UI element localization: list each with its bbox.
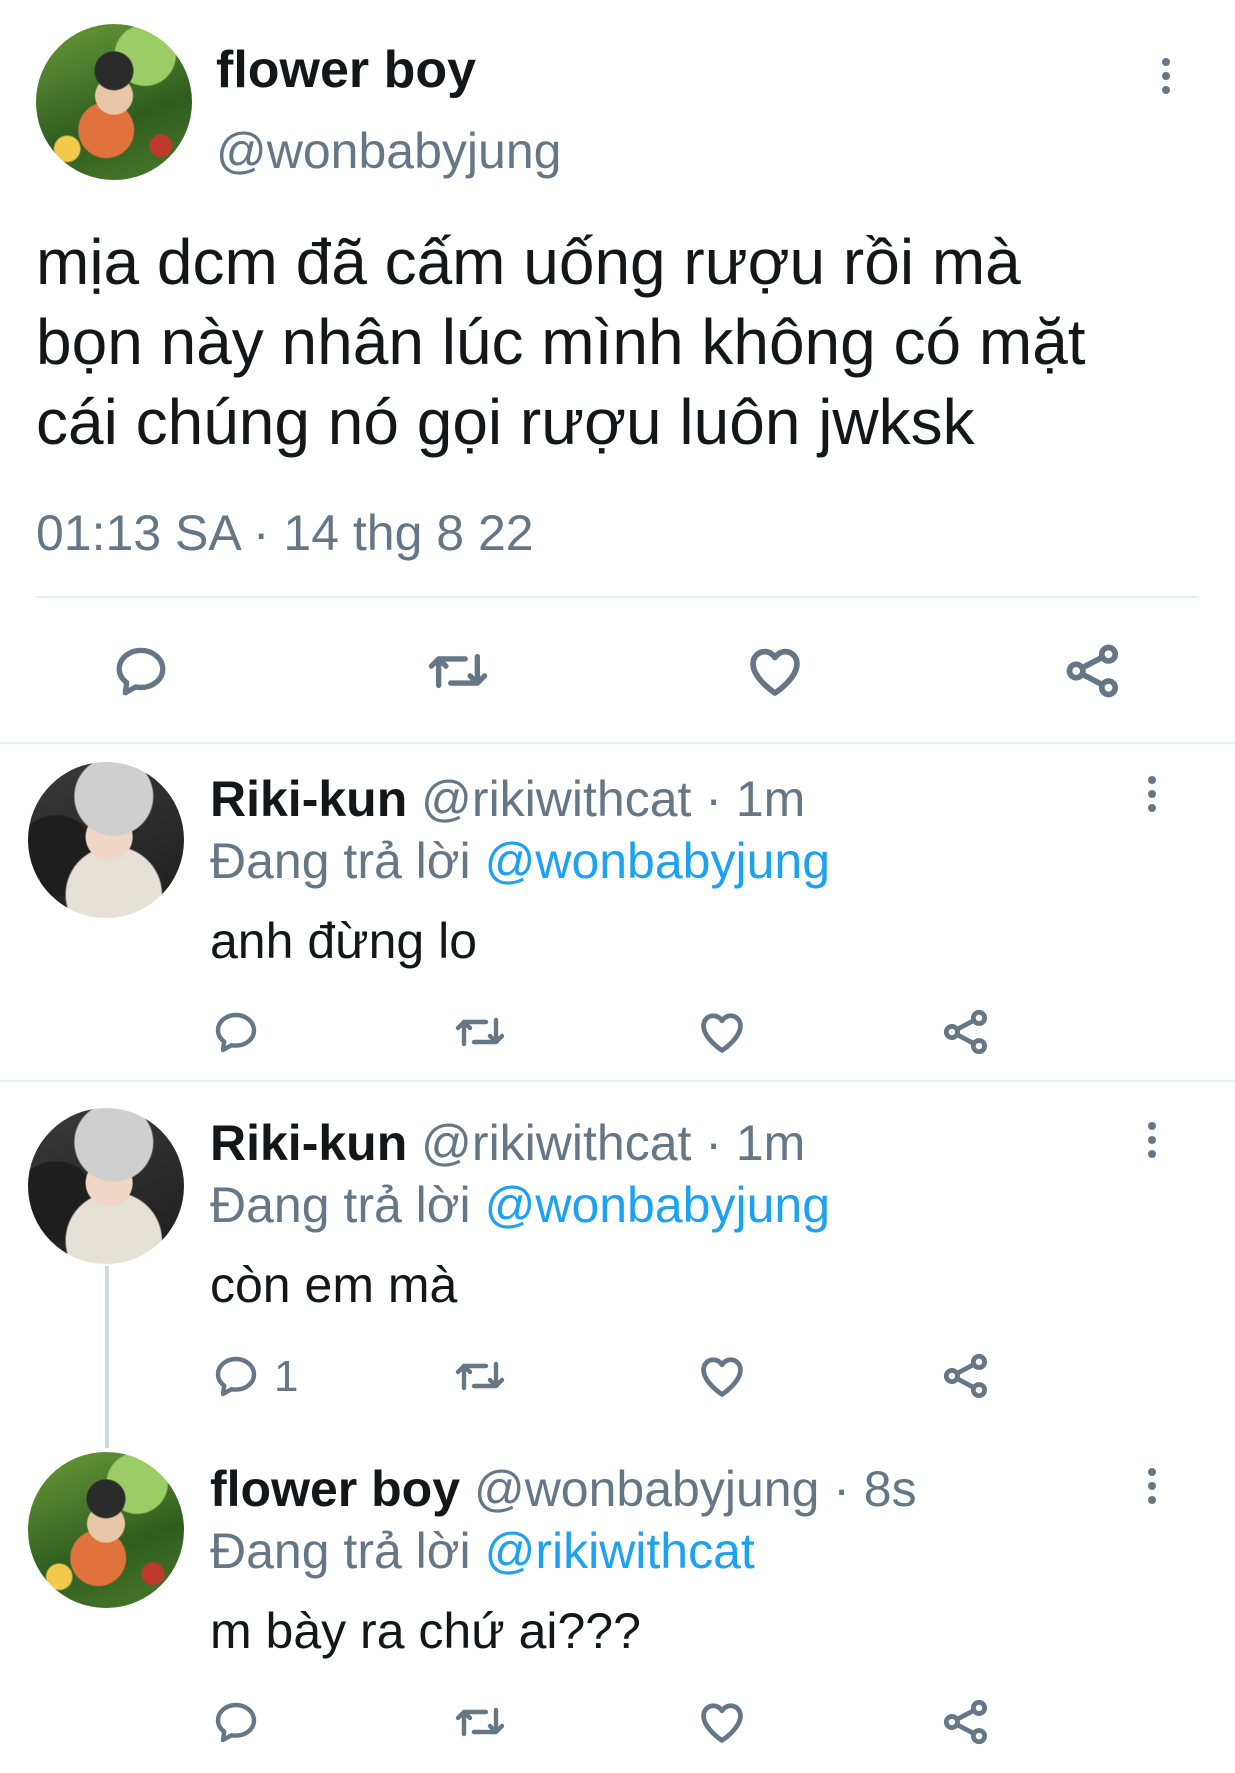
author-display-name[interactable]: flower boy: [216, 40, 476, 100]
tweet-timestamp[interactable]: 01:13 SA · 14 thg 8 22: [36, 504, 534, 562]
thread-connector-line: [105, 1266, 109, 1448]
reply-avatar[interactable]: [28, 1452, 184, 1608]
share-icon[interactable]: [1062, 640, 1124, 702]
tweet-text-line: bọn này nhân lúc mình không có mặt: [36, 306, 1086, 378]
reply-display-name[interactable]: flower boy: [210, 1461, 460, 1517]
divider: [36, 596, 1199, 598]
reply-meta: @rikiwithcat · 1m: [421, 1115, 806, 1171]
reply-text: còn em mà: [210, 1257, 458, 1313]
replying-to-link[interactable]: @wonbabyjung: [485, 1177, 830, 1233]
replying-prefix: Đang trả lời: [210, 1177, 471, 1233]
reply-avatar[interactable]: [28, 1108, 184, 1264]
reply-count: 1: [274, 1352, 299, 1401]
replying-to-link[interactable]: @rikiwithcat: [485, 1523, 755, 1579]
reply-meta: @wonbabyjung · 8s: [473, 1461, 917, 1517]
reply-header: flower boy @wonbabyjung · 8s: [210, 1460, 917, 1518]
comment-icon[interactable]: [112, 642, 170, 700]
reply-display-name[interactable]: Riki-kun: [210, 771, 407, 827]
tweet-text: mịa dcm đã cấm uống rượu rồi mà bọn này …: [36, 222, 1086, 462]
like-icon[interactable]: [696, 1006, 748, 1058]
author-handle[interactable]: @wonbabyjung: [216, 122, 561, 180]
divider: [0, 1080, 1235, 1082]
retweet-icon[interactable]: [452, 1698, 508, 1746]
comment-icon[interactable]: [212, 1352, 260, 1400]
replying-to: Đang trả lời @rikiwithcat: [210, 1522, 755, 1580]
reply-avatar[interactable]: [28, 762, 184, 918]
retweet-icon[interactable]: [424, 642, 492, 700]
reply-meta: @rikiwithcat · 1m: [421, 771, 806, 827]
replying-prefix: Đang trả lời: [210, 1523, 471, 1579]
divider: [0, 742, 1235, 744]
like-icon[interactable]: [696, 1696, 748, 1748]
comment-icon[interactable]: [212, 1698, 260, 1746]
share-icon[interactable]: [940, 1350, 992, 1402]
comment-icon[interactable]: [212, 1008, 260, 1056]
more-options-icon[interactable]: [1148, 776, 1156, 812]
reply-text: anh đừng lo: [210, 913, 478, 969]
like-icon[interactable]: [744, 640, 806, 702]
more-options-icon[interactable]: [1148, 1122, 1156, 1158]
replying-to: Đang trả lời @wonbabyjung: [210, 1176, 830, 1234]
tweet-text-line: cái chúng nó gọi rượu luôn jwksk: [36, 386, 975, 458]
more-options-icon[interactable]: [1148, 1468, 1156, 1504]
replying-prefix: Đang trả lời: [210, 833, 471, 889]
reply-header: Riki-kun @rikiwithcat · 1m: [210, 1114, 805, 1172]
more-options-icon[interactable]: [1162, 58, 1170, 94]
retweet-icon[interactable]: [452, 1352, 508, 1400]
reply-text: m bày ra chứ ai???: [210, 1603, 641, 1659]
replying-to-link[interactable]: @wonbabyjung: [485, 833, 830, 889]
reply-display-name[interactable]: Riki-kun: [210, 1115, 407, 1171]
author-avatar[interactable]: [36, 24, 192, 180]
tweet-text-line: mịa dcm đã cấm uống rượu rồi mà: [36, 226, 1021, 298]
share-icon[interactable]: [940, 1006, 992, 1058]
retweet-icon[interactable]: [452, 1008, 508, 1056]
replying-to: Đang trả lời @wonbabyjung: [210, 832, 830, 890]
share-icon[interactable]: [940, 1696, 992, 1748]
like-icon[interactable]: [696, 1350, 748, 1402]
reply-header: Riki-kun @rikiwithcat · 1m: [210, 770, 805, 828]
